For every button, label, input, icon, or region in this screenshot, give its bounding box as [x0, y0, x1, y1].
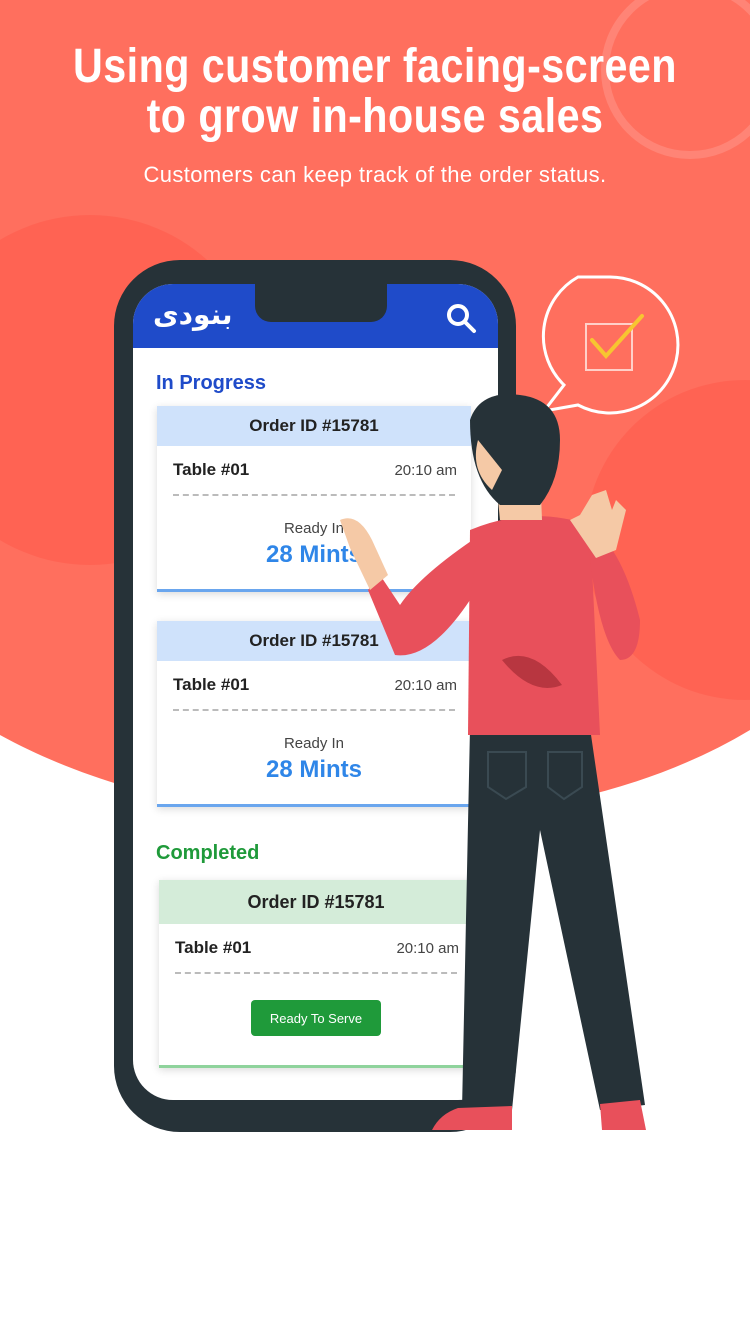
divider: [175, 972, 457, 974]
order-id: Order ID #15781: [159, 880, 473, 924]
section-in-progress: In Progress: [156, 372, 267, 394]
order-time: 20:10 am: [394, 677, 457, 694]
ready-minutes: 28 Mints: [265, 541, 363, 568]
headline: Using customer facing-screen to grow in-…: [73, 40, 677, 143]
app-bar: بنودی: [133, 284, 498, 348]
order-time: 20:10 am: [396, 940, 459, 957]
order-id: Order ID #15781: [157, 406, 471, 446]
divider: [173, 709, 455, 711]
phone-screen: بنودی In Progress Order ID #15781 Table …: [133, 284, 498, 1100]
ready-label: Ready In: [283, 520, 345, 537]
order-row: Table #01 20:10 am: [159, 924, 473, 972]
ready-to-serve-button[interactable]: Ready To Serve: [251, 1000, 381, 1036]
table-number: Table #01: [173, 460, 250, 479]
order-time: 20:10 am: [394, 462, 457, 479]
order-card[interactable]: Order ID #15781 Table #01 20:10 am Ready…: [157, 406, 471, 592]
order-row: Table #01 20:10 am: [157, 446, 471, 494]
order-id: Order ID #15781: [157, 621, 471, 661]
ready-minutes: 28 Mints: [265, 756, 363, 783]
section-completed: Completed: [156, 842, 260, 864]
phone-notch: [255, 284, 387, 322]
ready-label: Ready In: [283, 735, 345, 752]
app-logo: بنودی: [153, 298, 233, 331]
table-number: Table #01: [175, 938, 252, 957]
table-number: Table #01: [173, 675, 250, 694]
divider: [173, 494, 455, 496]
order-card[interactable]: Order ID #15781 Table #01 20:10 am Ready…: [157, 621, 471, 807]
order-row: Table #01 20:10 am: [157, 661, 471, 709]
search-icon[interactable]: [445, 302, 477, 334]
subtitle: Customers can keep track of the order st…: [143, 162, 607, 187]
order-card-completed[interactable]: Order ID #15781 Table #01 20:10 am Ready…: [159, 880, 473, 1068]
